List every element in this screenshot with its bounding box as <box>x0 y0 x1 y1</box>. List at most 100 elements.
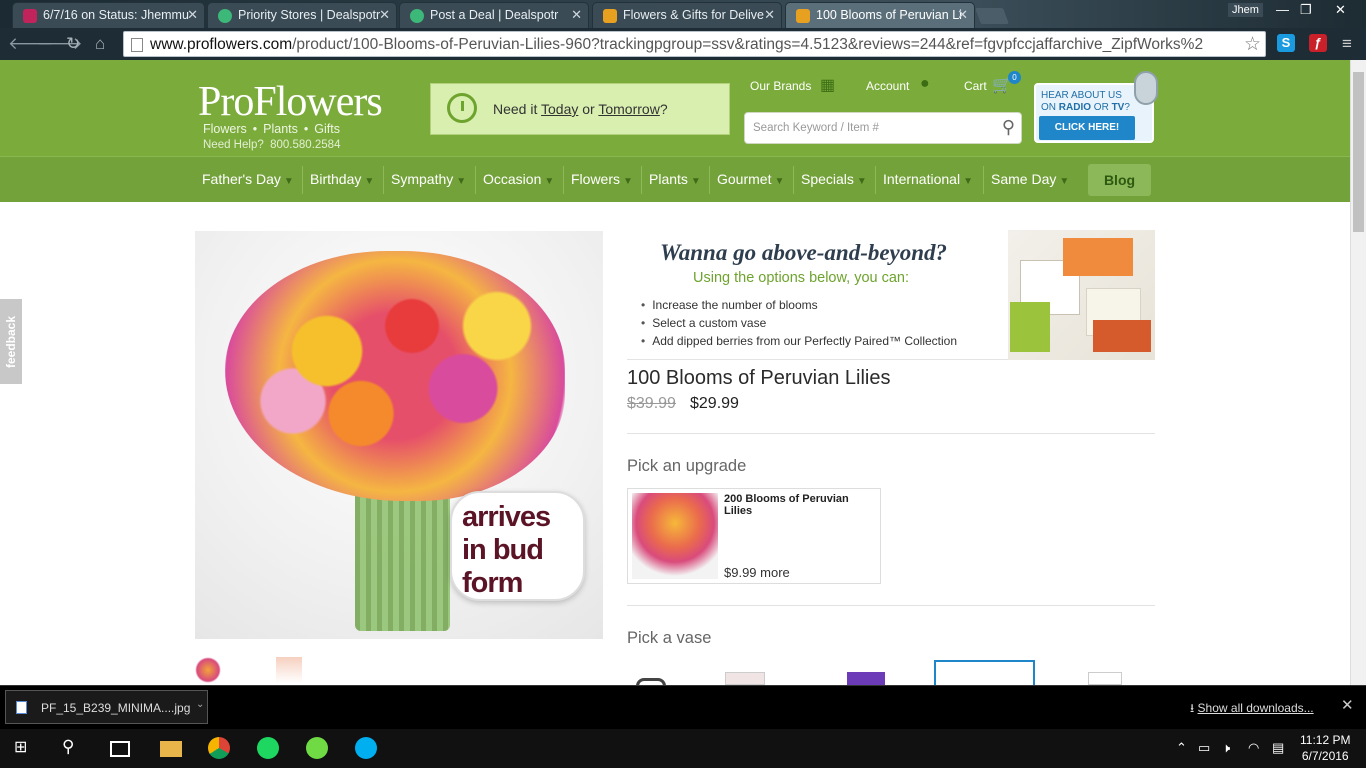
promo-bullet: Add dipped berries from our Perfectly Pa… <box>641 334 957 348</box>
tomorrow-link[interactable]: Tomorrow <box>598 101 659 117</box>
skype-extension-icon[interactable]: S <box>1277 34 1295 52</box>
tab-label: Flowers & Gifts for Delive <box>623 8 765 22</box>
upgrade-option-card[interactable]: 200 Blooms of Peruvian Lilies $9.99 more <box>627 488 881 584</box>
clock-time: 11:12 PM <box>1300 733 1351 747</box>
arrives-in-bud-badge: arrives in bud form <box>450 491 585 601</box>
spotify-icon[interactable] <box>257 737 279 759</box>
address-bar[interactable]: www.proflowers.com/product/100-Blooms-of… <box>123 31 1266 57</box>
close-window-icon[interactable]: ✕ <box>1335 2 1346 18</box>
vase-option[interactable] <box>725 672 765 685</box>
category-nav: Father's Day ▼ Birthday ▼ Sympathy ▼ Occasi… <box>0 156 1350 202</box>
promo-bullet: Select a custom vase <box>641 316 766 330</box>
search-icon[interactable]: ⚲ <box>1002 117 1015 138</box>
tab-peruvian-lilies[interactable]: 100 Blooms of Peruvian Li ✕ <box>785 2 975 28</box>
radio-promo-text: HEAR ABOUT US ON RADIO OR TV? <box>1041 90 1130 113</box>
reload-icon[interactable]: ↻ <box>66 34 80 54</box>
nav-international[interactable]: International ▼ <box>883 171 973 187</box>
tab-favicon-icon <box>796 9 810 23</box>
tab-status[interactable]: 6/7/16 on Status: Jhemmu ✕ <box>12 2 205 28</box>
nav-same-day[interactable]: Same Day ▼ <box>991 171 1069 187</box>
click-here-button[interactable]: CLICK HERE! <box>1039 116 1135 140</box>
restore-icon[interactable]: ❐ <box>1300 2 1312 18</box>
close-tab-icon[interactable]: ✕ <box>571 7 582 23</box>
vase-stems <box>355 481 450 631</box>
product-thumbnail[interactable] <box>195 657 221 683</box>
windows-start-icon[interactable]: ⊞ <box>14 737 36 759</box>
chrome-icon[interactable] <box>208 737 230 759</box>
chevron-down-icon: ▼ <box>690 176 701 187</box>
home-icon[interactable]: ⌂ <box>95 34 105 54</box>
profile-name[interactable]: Jhem <box>1228 3 1263 17</box>
tagline-plants: Plants <box>263 122 298 136</box>
upgrade-heading: Pick an upgrade <box>627 457 747 475</box>
promo-bullet: Increase the number of blooms <box>641 298 817 312</box>
skype-icon[interactable] <box>355 737 377 759</box>
product-image[interactable]: arrives in bud form <box>195 231 603 639</box>
nav-plants[interactable]: Plants ▼ <box>649 171 701 187</box>
task-view-icon[interactable] <box>110 741 130 757</box>
account-person-icon[interactable]: ● <box>920 75 930 93</box>
nav-birthday[interactable]: Birthday ▼ <box>310 171 374 187</box>
proflowers-logo[interactable]: ProFlowers <box>198 78 383 126</box>
tab-label: 100 Blooms of Peruvian Li <box>816 8 962 22</box>
notification-icon[interactable]: ▤ <box>1272 740 1284 756</box>
cart-link[interactable]: Cart <box>964 79 987 93</box>
nav-blog[interactable]: Blog <box>1088 164 1151 196</box>
search-input[interactable]: Search Keyword / Item # <box>753 122 879 134</box>
today-link[interactable]: Today <box>541 101 578 117</box>
tab-priority-stores[interactable]: Priority Stores | Dealspotr ✕ <box>207 2 397 28</box>
help-phone: Need Help? 800.580.2584 <box>203 139 340 151</box>
brands-building-icon[interactable]: ▦ <box>820 75 835 95</box>
close-tab-icon[interactable]: ✕ <box>187 7 198 23</box>
download-item[interactable]: PF_15_B239_MINIMA....jpg ⌄ <box>5 690 208 724</box>
close-tab-icon[interactable]: ✕ <box>764 7 775 23</box>
vase-heading: Pick a vase <box>627 629 712 647</box>
tray-chevron-icon[interactable]: ⌃ <box>1176 740 1187 756</box>
nav-flowers[interactable]: Flowers ▼ <box>571 171 633 187</box>
chevron-down-icon[interactable]: ⌄ <box>196 699 204 710</box>
scrollbar-thumb[interactable] <box>1353 72 1364 232</box>
nav-occasion[interactable]: Occasion ▼ <box>483 171 554 187</box>
chevron-down-icon: ▼ <box>456 176 467 187</box>
new-tab-button[interactable] <box>975 8 1009 24</box>
windows-taskbar: ⊞ ⚲ ⌃ ▭ 🕨 ◠ ▤ 11:12 PM 6/7/2016 <box>0 729 1366 768</box>
chevron-down-icon: ▼ <box>623 176 633 187</box>
nav-fathers-day[interactable]: Father's Day ▼ <box>202 171 294 187</box>
system-clock[interactable]: 11:12 PM 6/7/2016 <box>1300 732 1350 764</box>
image-file-icon <box>16 701 27 714</box>
minimize-icon[interactable]: — <box>1276 2 1289 17</box>
account-link[interactable]: Account <box>866 79 909 93</box>
volume-mute-icon[interactable]: 🕨 <box>1222 740 1230 756</box>
tagline-flowers: Flowers <box>203 122 247 136</box>
close-tab-icon[interactable]: ✕ <box>379 7 390 23</box>
vase-option[interactable] <box>847 672 885 685</box>
need-it-banner[interactable]: Need it Today or Tomorrow? <box>430 83 730 135</box>
vase-option-selected[interactable] <box>934 660 1035 686</box>
radio-tv-promo[interactable]: HEAR ABOUT US ON RADIO OR TV? CLICK HERE! <box>1034 71 1158 143</box>
wifi-icon[interactable]: ◠ <box>1248 740 1259 756</box>
flash-extension-icon[interactable]: ƒ <box>1309 34 1327 52</box>
upwork-icon[interactable] <box>306 737 328 759</box>
vase-option[interactable] <box>1088 672 1122 685</box>
tab-flowers-gifts[interactable]: Flowers & Gifts for Delive ✕ <box>592 2 782 28</box>
nav-sympathy[interactable]: Sympathy ▼ <box>391 171 466 187</box>
battery-icon[interactable]: ▭ <box>1198 740 1210 756</box>
feedback-tab[interactable]: feedback <box>0 299 22 384</box>
divider <box>627 605 1155 606</box>
menu-icon[interactable]: ≡ <box>1342 34 1352 54</box>
close-shelf-icon[interactable]: ✕ <box>1341 696 1354 714</box>
nav-specials[interactable]: Specials ▼ <box>801 171 867 187</box>
close-tab-icon[interactable]: ✕ <box>957 7 968 23</box>
product-thumbnail[interactable] <box>276 657 302 683</box>
tab-label: Priority Stores | Dealspotr <box>238 8 381 22</box>
search-icon[interactable]: ⚲ <box>62 737 84 759</box>
search-box[interactable]: Search Keyword / Item # ⚲ <box>744 112 1022 144</box>
divider <box>627 433 1155 434</box>
our-brands-link[interactable]: Our Brands <box>750 79 811 93</box>
page-scrollbar[interactable] <box>1350 60 1366 685</box>
nav-gourmet[interactable]: Gourmet ▼ <box>717 171 784 187</box>
file-explorer-icon[interactable] <box>160 741 182 757</box>
show-all-downloads-link[interactable]: ⭳ Show all downloads... <box>1190 699 1314 720</box>
bookmark-star-icon[interactable]: ☆ <box>1244 33 1261 56</box>
tab-post-deal[interactable]: Post a Deal | Dealspotr ✕ <box>399 2 589 28</box>
